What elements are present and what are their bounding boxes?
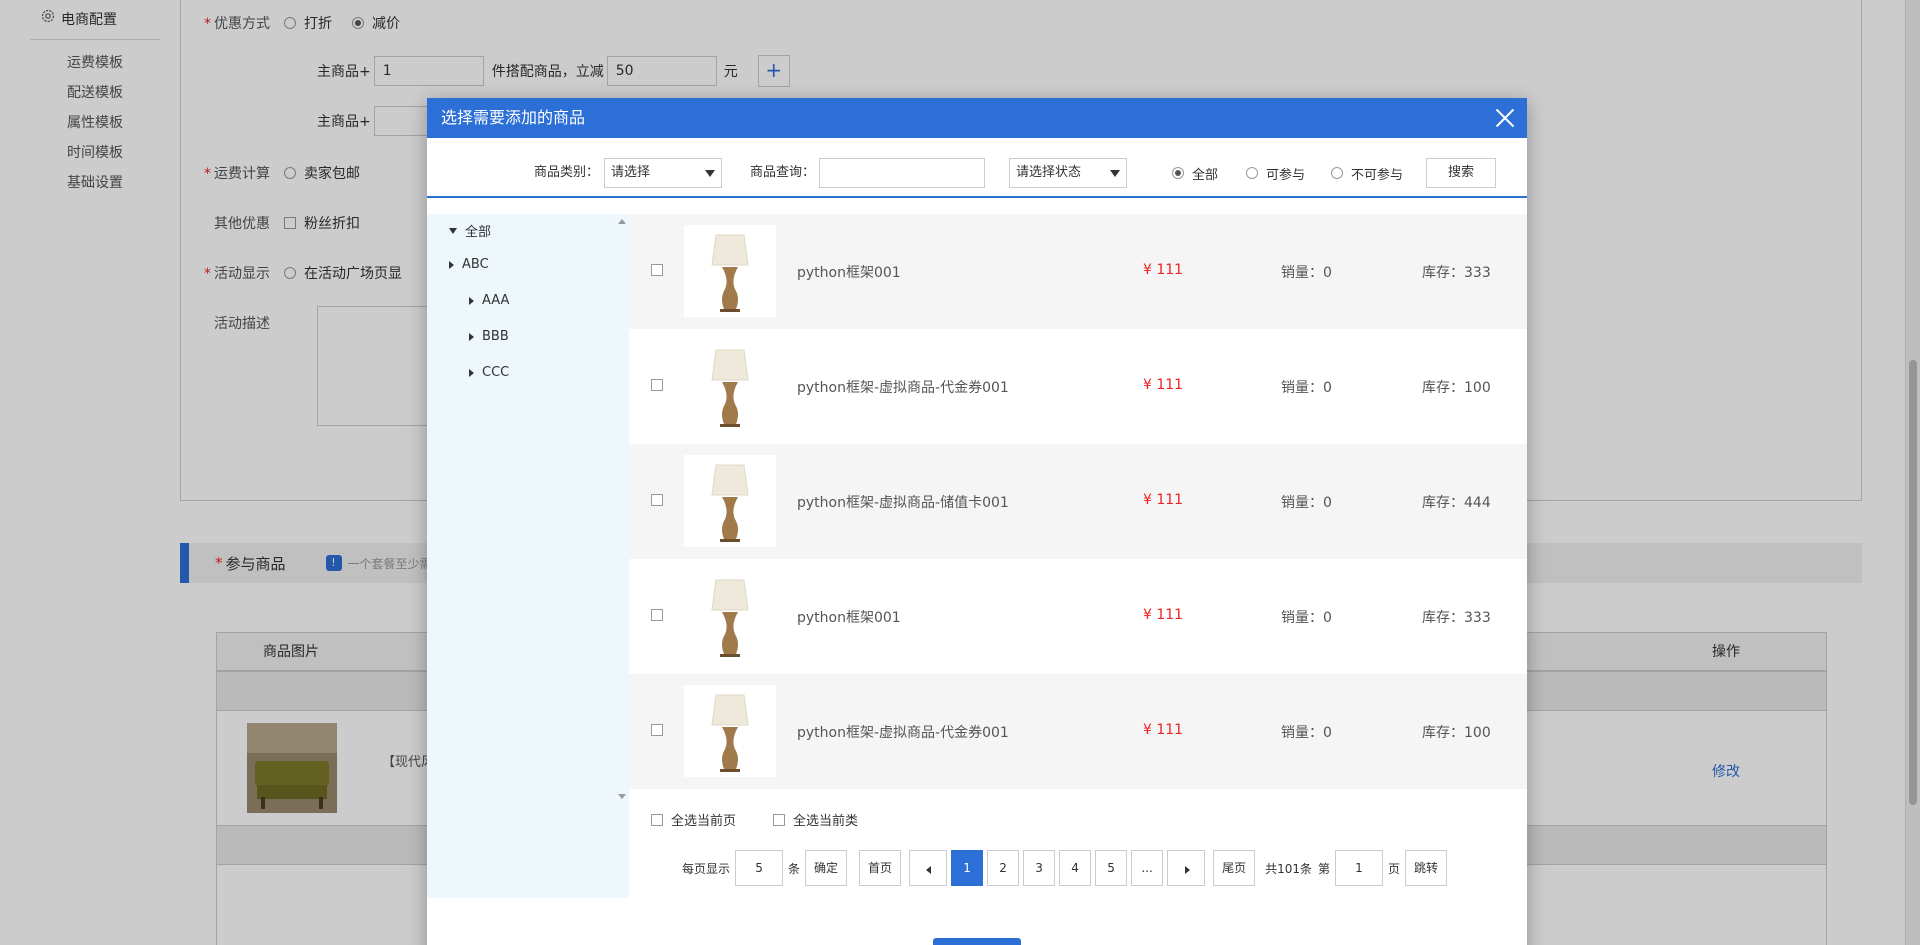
radio-icon [1246, 167, 1258, 179]
tree-node-abc[interactable]: ABC [449, 257, 489, 272]
select-current-page[interactable]: 全选当前页 [651, 810, 736, 829]
goto-prefix: 第 [1317, 861, 1330, 876]
per-page-unit: 条 [788, 861, 801, 876]
category-select[interactable]: 请选择 [604, 158, 722, 188]
caret-right-icon [469, 296, 474, 305]
confirm-button[interactable] [933, 938, 1021, 945]
goods-stock: 库存：444 [1422, 495, 1491, 511]
tree-node-aaa[interactable]: AAA [469, 293, 509, 308]
goods-row[interactable]: python框架-虚拟商品-代金券001 ¥ 111 销量：0 库存：100 [629, 674, 1527, 789]
tree-node-ccc[interactable]: CCC [469, 365, 509, 380]
next-page-icon[interactable] [1167, 850, 1206, 886]
pagination: 每页显示 5 条 确定 首页 1 2 3 4 5 ... 尾页 共101条 第 … [679, 850, 1449, 886]
per-page-confirm-button[interactable]: 确定 [805, 850, 848, 886]
goods-sales: 销量：0 [1281, 725, 1332, 741]
goods-stock: 库存：100 [1422, 380, 1491, 396]
scroll-up-icon[interactable] [618, 219, 626, 224]
caret-right-icon [469, 368, 474, 377]
goods-name: python框架001 [797, 265, 901, 281]
scroll-down-icon[interactable] [618, 794, 626, 799]
query-input[interactable] [819, 158, 985, 188]
caret-down-icon [449, 227, 457, 234]
page-5-button[interactable]: 5 [1095, 850, 1128, 886]
goods-sales: 销量：0 [1281, 380, 1332, 396]
goods-thumbnail [684, 685, 776, 777]
page-1-button[interactable]: 1 [951, 850, 984, 886]
goods-list: python框架001 ¥ 111 销量：0 库存：333 python框架-虚… [629, 214, 1527, 789]
radio-icon [1331, 167, 1343, 179]
goods-checkbox[interactable] [651, 609, 663, 621]
goods-stock: 库存：333 [1422, 610, 1491, 626]
goods-thumbnail [684, 225, 776, 317]
goods-row[interactable]: python框架-虚拟商品-代金券001 ¥ 111 销量：0 库存：100 [629, 329, 1527, 444]
page-2-button[interactable]: 2 [987, 850, 1020, 886]
status-select[interactable]: 请选择状态 [1009, 158, 1127, 188]
search-bar: 商品类别： 请选择 商品查询： 请选择状态 全部 可参与 不可参与 搜索 [427, 138, 1527, 198]
goto-page-input[interactable]: 1 [1335, 850, 1383, 886]
goods-row[interactable]: python框架001 ¥ 111 销量：0 库存：333 [629, 559, 1527, 674]
tree-scrollbar[interactable] [613, 214, 629, 804]
radio-all[interactable]: 全部 [1172, 158, 1218, 188]
search-button[interactable]: 搜索 [1426, 158, 1496, 188]
goods-name: python框架-虚拟商品-代金券001 [797, 725, 1009, 741]
goods-stock: 库存：100 [1422, 725, 1491, 741]
modal-title: 选择需要添加的商品 [441, 108, 586, 127]
per-page-label: 每页显示 [682, 861, 731, 876]
goods-sales: 销量：0 [1281, 495, 1332, 511]
goods-price: ¥ 111 [1143, 607, 1184, 623]
goto-suffix: 页 [1388, 861, 1401, 876]
query-label: 商品查询： [750, 165, 816, 180]
goods-thumbnail [684, 570, 776, 662]
goods-checkbox[interactable] [651, 264, 663, 276]
goods-checkbox[interactable] [651, 379, 663, 391]
select-current-category[interactable]: 全选当前类 [773, 810, 858, 829]
goods-price: ¥ 111 [1143, 262, 1184, 278]
goods-stock: 库存：333 [1422, 265, 1491, 281]
caret-right-icon [469, 332, 474, 341]
modal-body: 全部 ABC AAA BBB CCC python框架001 ¥ 111 销量：… [427, 214, 1527, 898]
page-4-button[interactable]: 4 [1059, 850, 1092, 886]
goods-thumbnail [684, 455, 776, 547]
checkbox-icon [773, 813, 785, 826]
chevron-down-icon [705, 170, 715, 177]
modal-header: 选择需要添加的商品 [427, 98, 1527, 138]
category-tree: 全部 ABC AAA BBB CCC [427, 214, 629, 898]
goods-checkbox[interactable] [651, 724, 663, 736]
caret-right-icon [449, 260, 454, 269]
goto-button[interactable]: 跳转 [1405, 850, 1448, 886]
radio-checked-icon [1172, 167, 1184, 179]
last-page-button[interactable]: 尾页 [1213, 850, 1256, 886]
close-icon[interactable] [1493, 106, 1517, 130]
goods-row[interactable]: python框架-虚拟商品-储值卡001 ¥ 111 销量：0 库存：444 [629, 444, 1527, 559]
goods-name: python框架001 [797, 610, 901, 626]
category-label: 商品类别： [534, 165, 600, 180]
goods-checkbox[interactable] [651, 494, 663, 506]
goods-price: ¥ 111 [1143, 722, 1184, 738]
radio-can-join[interactable]: 可参与 [1246, 158, 1305, 188]
goods-row[interactable]: python框架001 ¥ 111 销量：0 库存：333 [629, 214, 1527, 329]
per-page-input[interactable]: 5 [735, 850, 784, 886]
goods-name: python框架-虚拟商品-储值卡001 [797, 495, 1009, 511]
page-ellipsis: ... [1131, 850, 1164, 886]
prev-page-icon[interactable] [909, 850, 948, 886]
goods-sales: 销量：0 [1281, 265, 1332, 281]
goods-sales: 销量：0 [1281, 610, 1332, 626]
goods-price: ¥ 111 [1143, 492, 1184, 508]
goods-name: python框架-虚拟商品-代金券001 [797, 380, 1009, 396]
tree-node-all[interactable]: 全部 [449, 221, 491, 240]
page-3-button[interactable]: 3 [1023, 850, 1056, 886]
radio-cannot-join[interactable]: 不可参与 [1331, 158, 1403, 188]
goods-thumbnail [684, 340, 776, 432]
first-page-button[interactable]: 首页 [859, 850, 902, 886]
total-count: 共101条 [1265, 861, 1312, 876]
goods-price: ¥ 111 [1143, 377, 1184, 393]
select-goods-modal: 选择需要添加的商品 商品类别： 请选择 商品查询： 请选择状态 全部 可参与 不… [427, 98, 1527, 945]
chevron-down-icon [1110, 170, 1120, 177]
tree-node-bbb[interactable]: BBB [469, 329, 509, 344]
checkbox-icon [651, 813, 663, 826]
